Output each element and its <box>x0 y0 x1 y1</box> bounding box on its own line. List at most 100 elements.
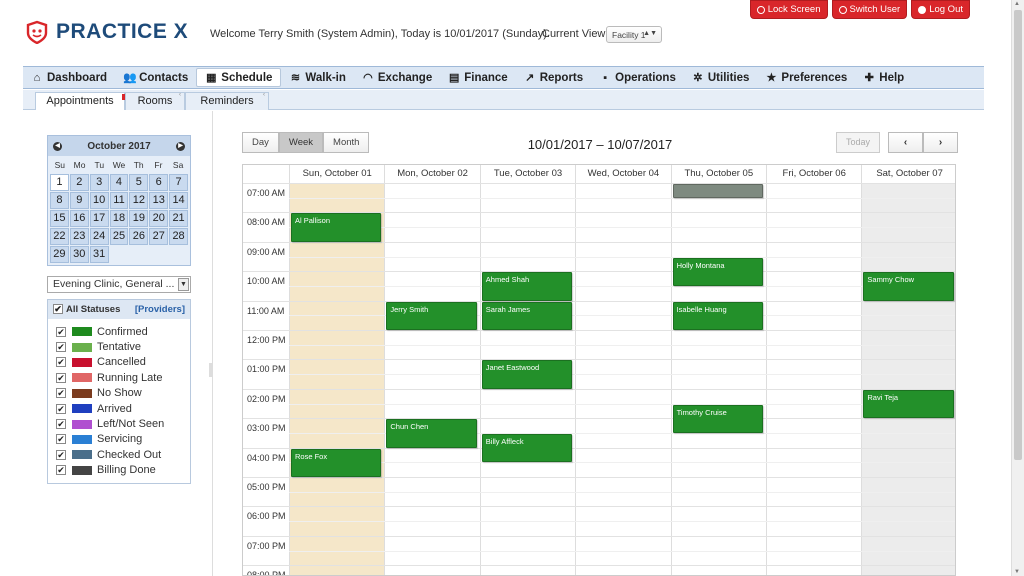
day-column-header[interactable]: Mon, October 02 <box>384 165 479 183</box>
day-column-header[interactable]: Sun, October 01 <box>289 165 384 183</box>
calendar-day[interactable]: 4 <box>109 174 129 191</box>
day-view-button[interactable]: Day <box>242 132 279 153</box>
next-week-button[interactable]: › <box>923 132 958 153</box>
menu-dashboard[interactable]: ⌂ Dashboard <box>23 68 115 87</box>
tab-appointments[interactable]: Appointments <box>35 92 128 110</box>
all-statuses-toggle[interactable]: ✔ All Statuses <box>53 304 120 315</box>
status-filter-row[interactable]: ✔ Arrived <box>48 401 190 416</box>
all-statuses-checkbox[interactable]: ✔ <box>53 304 63 314</box>
panel-splitter[interactable] <box>209 363 213 377</box>
calendar-day[interactable]: 31 <box>89 246 109 263</box>
day-column-header[interactable]: Tue, October 03 <box>479 165 575 183</box>
scrollbar-thumb[interactable] <box>1014 10 1022 460</box>
status-filter-row[interactable]: ✔ No Show <box>48 386 190 401</box>
scroll-down-icon[interactable]: ▼ <box>1014 569 1020 575</box>
appointment-block[interactable]: Ahmed Shah <box>481 272 573 301</box>
calendar-day[interactable]: 26 <box>129 228 149 245</box>
appointment-block[interactable]: Sarah James <box>481 301 573 330</box>
day-column-header[interactable]: Thu, October 05 <box>670 165 766 183</box>
calendar-day[interactable]: 8 <box>50 192 69 209</box>
status-filter-row[interactable]: ✔ Left/Not Seen <box>48 416 190 431</box>
week-view-button[interactable]: Week <box>278 132 324 153</box>
status-filter-row[interactable]: ✔ Cancelled <box>48 355 190 370</box>
calendar-day[interactable]: 16 <box>69 210 89 227</box>
status-checkbox[interactable]: ✔ <box>56 388 66 399</box>
menu-operations[interactable]: ▪ Operations <box>591 68 684 87</box>
menu-utilities[interactable]: ✲ Utilities <box>684 68 758 87</box>
calendar-day[interactable]: 14 <box>169 192 188 209</box>
status-filter-row[interactable]: ✔ Billing Done <box>48 463 190 478</box>
status-checkbox[interactable]: ✔ <box>56 342 66 353</box>
calendar-day[interactable]: 13 <box>149 192 169 209</box>
calendar-day[interactable]: 17 <box>89 210 109 227</box>
status-checkbox[interactable]: ✔ <box>56 434 66 445</box>
log-out-button[interactable]: Log Out <box>911 0 970 19</box>
calendar-day[interactable]: 5 <box>129 174 149 191</box>
menu-finance[interactable]: ▤ Finance <box>440 68 515 87</box>
tab-reminders[interactable]: Reminders ‹ <box>185 92 269 110</box>
appointment-block[interactable]: Billy Affleck <box>481 433 573 463</box>
current-view-select[interactable]: Facility 1 ▲▼ <box>606 26 662 43</box>
calendar-day[interactable]: 10 <box>89 192 109 209</box>
appointment-block[interactable]: Al Pallison <box>291 213 382 242</box>
appointment-block[interactable]: Isabelle Huang <box>672 301 763 330</box>
status-checkbox[interactable]: ✔ <box>56 357 66 368</box>
calendar-day[interactable]: 24 <box>89 228 109 245</box>
calendar-day[interactable]: 9 <box>69 192 89 209</box>
menu-help[interactable]: ✚ Help <box>855 68 912 87</box>
appointment-block[interactable]: Holly Montana <box>672 257 763 286</box>
calendar-day[interactable]: 30 <box>69 246 89 263</box>
menu-exchange[interactable]: ◠ Exchange <box>354 68 440 87</box>
next-month-icon[interactable]: ▶ <box>176 141 185 151</box>
calendar-day[interactable]: 11 <box>109 192 129 209</box>
switch-user-button[interactable]: Switch User <box>831 0 908 19</box>
scroll-up-icon[interactable]: ▲ <box>1014 1 1020 7</box>
status-checkbox[interactable]: ✔ <box>56 326 66 337</box>
appointment-block[interactable]: Chun Chen <box>386 419 477 448</box>
status-filter-row[interactable]: ✔ Running Late <box>48 370 190 385</box>
calendar-day[interactable]: 23 <box>69 228 89 245</box>
prev-month-icon[interactable]: ◀ <box>53 141 62 151</box>
status-filter-row[interactable]: ✔ Checked Out <box>48 447 190 462</box>
menu-contacts[interactable]: 👥 Contacts <box>115 68 196 87</box>
day-column-header[interactable]: Sat, October 07 <box>861 165 955 183</box>
calendar-day[interactable]: 21 <box>169 210 188 227</box>
calendar-day[interactable]: 19 <box>129 210 149 227</box>
menu-preferences[interactable]: ★ Preferences <box>757 68 855 87</box>
logo[interactable]: PRACTICE X <box>26 20 188 45</box>
calendar-day[interactable]: 2 <box>69 174 89 191</box>
status-checkbox[interactable]: ✔ <box>56 419 66 430</box>
month-view-button[interactable]: Month <box>323 132 370 153</box>
calendar-day[interactable]: 28 <box>169 228 188 245</box>
calendar-day[interactable]: 6 <box>149 174 169 191</box>
appointment-block[interactable]: Rose Fox <box>291 448 382 477</box>
calendar-day[interactable]: 29 <box>50 246 69 263</box>
calendar-day[interactable]: 15 <box>50 210 69 227</box>
appointment-block[interactable]: Sammy Chow <box>863 272 954 301</box>
calendar-day[interactable]: 7 <box>169 174 188 191</box>
today-button[interactable]: Today <box>836 132 880 153</box>
status-checkbox[interactable]: ✔ <box>56 465 66 476</box>
calendar-day[interactable]: 12 <box>129 192 149 209</box>
menu-reports[interactable]: ↗ Reports <box>516 68 591 87</box>
status-filter-row[interactable]: ✔ Servicing <box>48 432 190 447</box>
calendar-day[interactable]: 27 <box>149 228 169 245</box>
calendar-day[interactable]: 18 <box>109 210 129 227</box>
status-filter-row[interactable]: ✔ Confirmed <box>48 324 190 339</box>
page-scrollbar[interactable]: ▲ ▼ <box>1011 0 1024 576</box>
day-column-header[interactable]: Fri, October 06 <box>766 165 861 183</box>
calendar-day[interactable]: 1 <box>50 174 69 191</box>
appointment-block[interactable]: Ravi Teja <box>863 389 954 419</box>
calendar-day[interactable]: 3 <box>89 174 109 191</box>
menu-schedule[interactable]: ▦ Schedule <box>196 68 282 87</box>
menu-walk-in[interactable]: ≋ Walk-in <box>281 68 353 87</box>
day-column-header[interactable]: Wed, October 04 <box>575 165 670 183</box>
providers-link[interactable]: [Providers] <box>135 304 185 315</box>
calendar-day[interactable]: 25 <box>109 228 129 245</box>
appointment-block[interactable]: Jerry Smith <box>386 301 477 330</box>
prev-week-button[interactable]: ‹ <box>888 132 923 153</box>
tab-rooms[interactable]: Rooms ‹ <box>125 92 185 110</box>
status-checkbox[interactable]: ✔ <box>56 403 66 414</box>
calendar-day[interactable]: 22 <box>50 228 69 245</box>
clinic-select[interactable]: Evening Clinic, General ... ▼ <box>47 276 191 293</box>
